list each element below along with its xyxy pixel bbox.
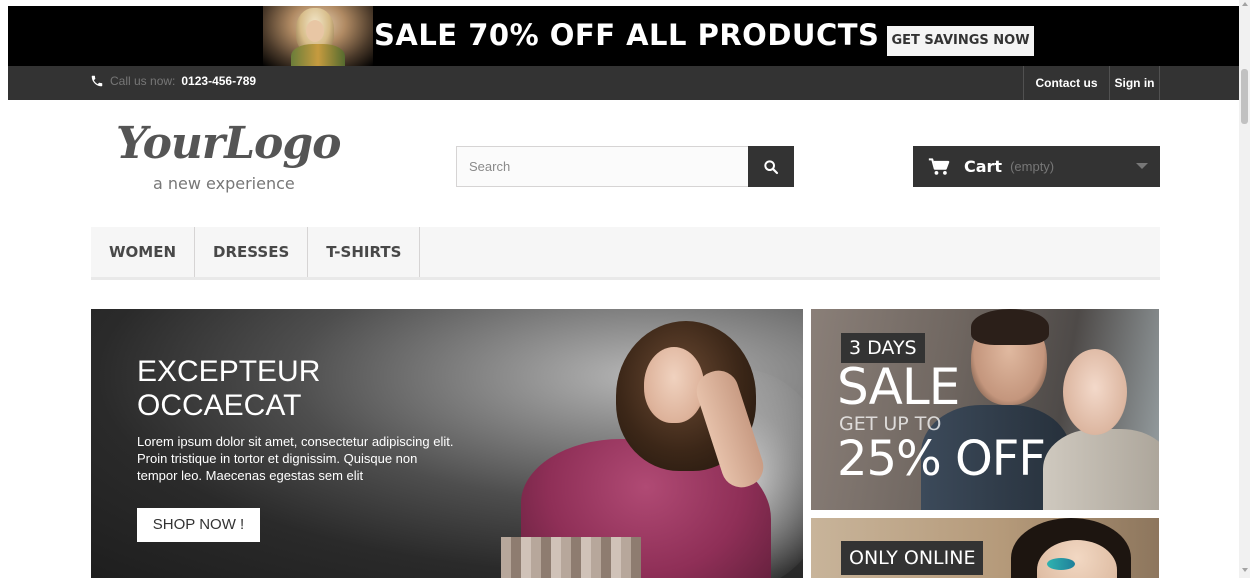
scroll-down-arrow-icon[interactable] bbox=[1242, 568, 1248, 572]
sale-heading: SALE bbox=[837, 358, 960, 416]
only-online-badge: ONLY ONLINE bbox=[841, 541, 984, 575]
scroll-up-arrow-icon[interactable] bbox=[1242, 2, 1248, 6]
logo-wordmark: YourLogo bbox=[116, 118, 342, 169]
search-icon bbox=[764, 159, 779, 174]
scroll-thumb[interactable] bbox=[1241, 69, 1248, 124]
search-button[interactable] bbox=[748, 146, 794, 187]
menu-item-dresses[interactable]: DRESSES bbox=[195, 227, 309, 277]
logo-tagline: a new experience bbox=[153, 174, 295, 193]
call-us-label: Call us now: bbox=[110, 74, 176, 88]
promo-title: SALE 70% OFF ALL PRODUCTS bbox=[374, 18, 880, 52]
promo-banner[interactable]: SALE 70% OFF ALL PRODUCTS GET SAVINGS NO… bbox=[8, 6, 1244, 66]
shopping-cart-icon bbox=[928, 157, 950, 175]
cart-label: Cart bbox=[964, 157, 1003, 176]
hero-description: Lorem ipsum dolor sit amet, consectetur … bbox=[137, 434, 454, 483]
search-input[interactable] bbox=[456, 146, 748, 187]
shop-now-button[interactable]: SHOP NOW ! bbox=[137, 508, 260, 542]
discount-text: 25% OFF bbox=[837, 431, 1046, 487]
contact-us-link[interactable]: Contact us bbox=[1023, 66, 1109, 100]
phone-number: 0123-456-789 bbox=[181, 74, 257, 88]
chevron-down-icon bbox=[1136, 163, 1148, 169]
menu-item-t-shirts[interactable]: T-SHIRTS bbox=[308, 227, 421, 277]
main-menu: WOMEN DRESSES T-SHIRTS bbox=[91, 227, 1160, 280]
online-banner[interactable]: ONLY ONLINE bbox=[811, 518, 1159, 578]
promo-model-image bbox=[263, 6, 373, 66]
sign-in-link[interactable]: Sign in bbox=[1109, 66, 1160, 100]
search-form bbox=[456, 146, 794, 187]
site-logo[interactable]: YourLogo a new experience bbox=[108, 118, 378, 198]
menu-item-women[interactable]: WOMEN bbox=[91, 227, 196, 277]
top-nav-bar: Call us now: 0123-456-789 Contact us Sig… bbox=[8, 66, 1244, 100]
hero-title: EXCEPTEUR OCCAECAT bbox=[137, 355, 321, 422]
phone-icon bbox=[91, 75, 103, 87]
page-scrollbar[interactable] bbox=[1239, 0, 1250, 578]
cart-button[interactable]: Cart (empty) bbox=[913, 146, 1160, 187]
sale-banner[interactable]: 3 DAYS SALE GET UP TO 25% OFF bbox=[811, 309, 1159, 510]
hero-slide[interactable]: EXCEPTEUR OCCAECAT Lorem ipsum dolor sit… bbox=[91, 309, 803, 578]
phone-info: Call us now: 0123-456-789 bbox=[90, 74, 256, 88]
get-savings-button[interactable]: GET SAVINGS NOW bbox=[887, 26, 1034, 56]
cart-status: (empty) bbox=[1010, 159, 1055, 174]
